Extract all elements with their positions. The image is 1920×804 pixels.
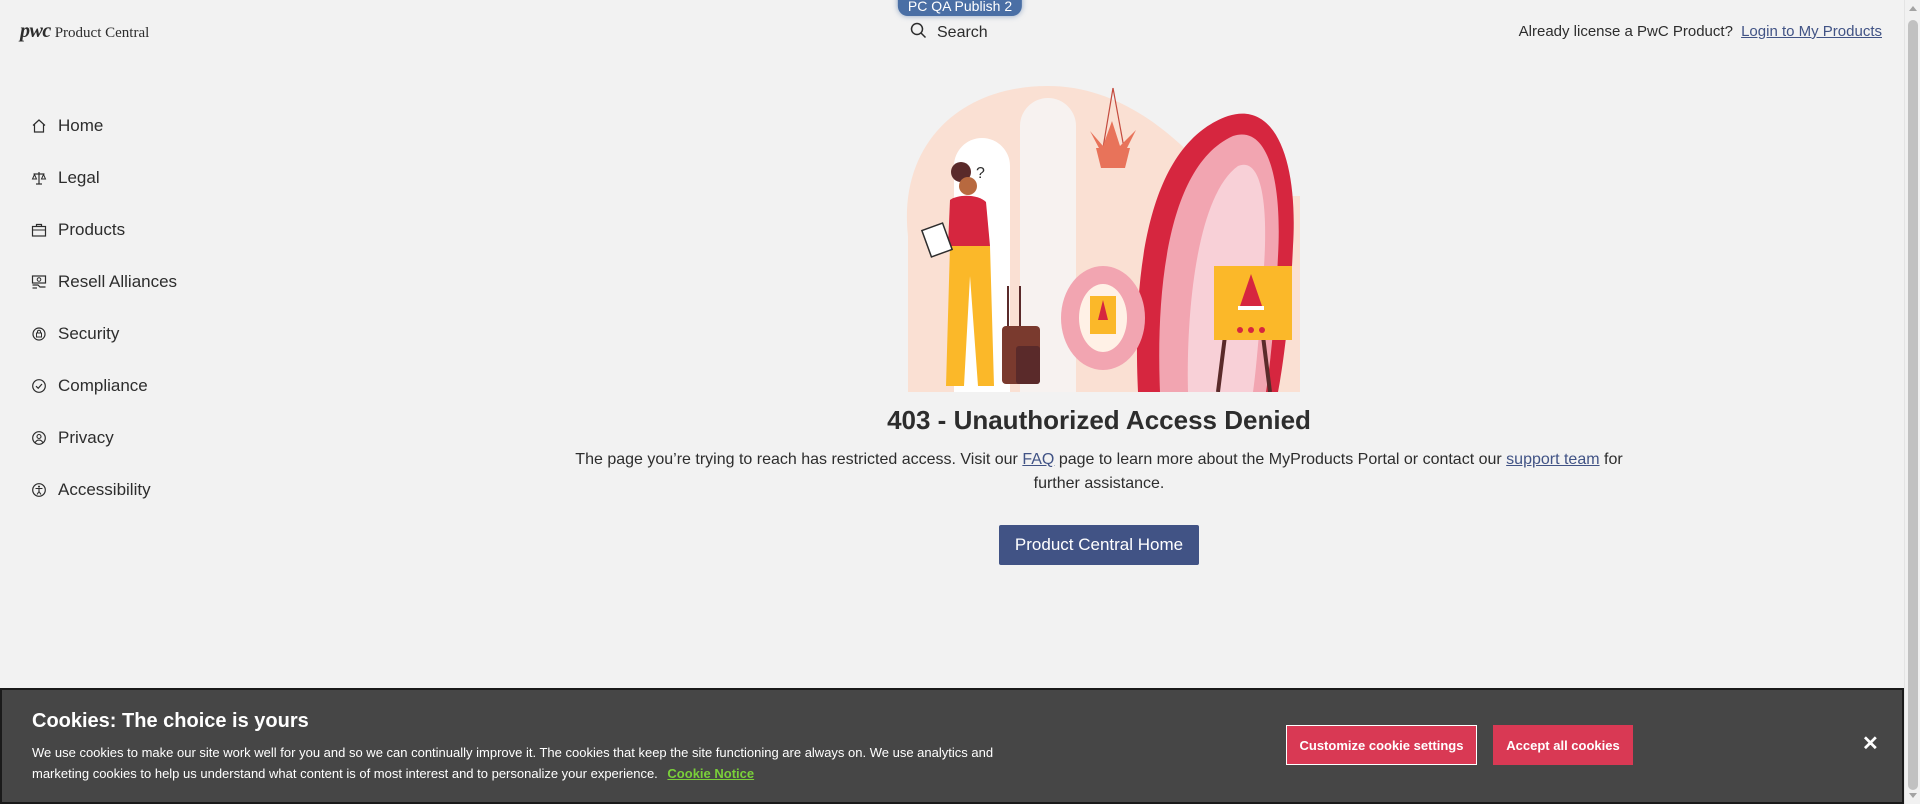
accessibility-icon xyxy=(30,481,48,499)
product-central-home-button[interactable]: Product Central Home xyxy=(999,525,1199,565)
handshake-icon xyxy=(30,273,48,291)
already-license-text: Already license a PwC Product? xyxy=(1518,23,1733,40)
search-label: Search xyxy=(937,24,988,41)
sidebar-item-home[interactable]: Home xyxy=(30,100,260,152)
scales-icon xyxy=(30,169,48,187)
close-icon[interactable]: ✕ xyxy=(1862,734,1879,754)
sidebar-item-products[interactable]: Products xyxy=(30,204,260,256)
sidebar-nav: Home Legal Products Resell Alliances Sec… xyxy=(30,100,260,516)
page-scrollbar[interactable] xyxy=(1904,0,1920,804)
sidebar-item-label: Resell Alliances xyxy=(58,272,178,291)
sidebar-item-label: Products xyxy=(58,220,126,239)
svg-text:?: ? xyxy=(976,165,985,182)
error-text-before: The page you’re trying to reach has rest… xyxy=(575,451,1018,468)
sidebar-item-label: Home xyxy=(58,116,104,135)
cookie-notice-link[interactable]: Cookie Notice xyxy=(667,766,754,781)
error-message: The page you’re trying to reach has rest… xyxy=(560,448,1638,496)
logo-text: Product Central xyxy=(54,25,150,41)
site-header: pwc Product Central Search Already licen… xyxy=(0,0,1904,64)
briefcase-icon xyxy=(30,221,48,239)
cookie-description: We use cookies to make our site work wel… xyxy=(32,745,994,781)
cookie-banner-text: We use cookies to make our site work wel… xyxy=(32,742,1052,784)
sidebar-item-label: Accessibility xyxy=(58,480,151,499)
scroll-up-arrow[interactable] xyxy=(1909,6,1917,11)
login-link[interactable]: Login to My Products xyxy=(1741,23,1882,40)
shield-icon xyxy=(30,325,48,343)
error-text-middle: page to learn more about the MyProducts … xyxy=(1058,451,1502,468)
sidebar-item-label: Legal xyxy=(58,168,100,187)
faq-link[interactable]: FAQ xyxy=(1022,451,1054,468)
sidebar-item-label: Security xyxy=(58,324,120,343)
customize-cookie-settings-button[interactable]: Customize cookie settings xyxy=(1286,725,1477,765)
scroll-down-arrow[interactable] xyxy=(1909,793,1917,798)
cookie-banner: Cookies: The choice is yours We use cook… xyxy=(0,688,1904,804)
home-icon xyxy=(30,117,48,135)
page-title: 403 - Unauthorized Access Denied xyxy=(887,405,1311,435)
search-button[interactable]: Search xyxy=(910,22,988,44)
sidebar-item-label: Compliance xyxy=(58,376,148,395)
sidebar-item-accessibility[interactable]: Accessibility xyxy=(30,464,260,516)
access-denied-illustration: ? xyxy=(898,86,1300,393)
scrollbar-thumb[interactable] xyxy=(1908,20,1918,790)
logo[interactable]: pwc Product Central xyxy=(20,20,149,43)
sidebar-item-legal[interactable]: Legal xyxy=(30,152,260,204)
support-team-link[interactable]: support team xyxy=(1506,451,1599,468)
accept-all-cookies-button[interactable]: Accept all cookies xyxy=(1493,725,1633,765)
check-circle-icon xyxy=(30,377,48,395)
sidebar-item-security[interactable]: Security xyxy=(30,308,260,360)
search-icon xyxy=(910,22,927,44)
already-licensed: Already license a PwC Product? Login to … xyxy=(1519,23,1882,40)
pwc-logo-mark: pwc xyxy=(20,20,51,42)
sidebar-item-resell-alliances[interactable]: Resell Alliances xyxy=(30,256,260,308)
cookie-banner-title: Cookies: The choice is yours xyxy=(32,710,309,732)
